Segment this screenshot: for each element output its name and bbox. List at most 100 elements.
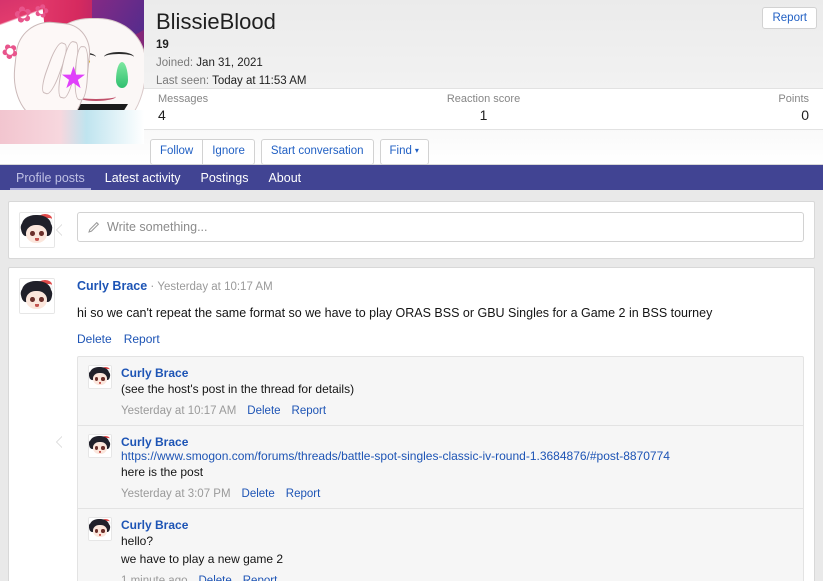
profile-last-seen-label: Last seen: [156, 75, 210, 88]
curly-brace-avatar-art [89, 517, 111, 540]
stat-reaction-score: Reaction score 1 [375, 92, 592, 126]
post-body: Curly Brace · Yesterday at 10:17 AM hi so … [77, 278, 804, 581]
comment-body: Curly Brace hello? we have to play a new… [121, 517, 793, 581]
comment-author-link[interactable]: Curly Brace [121, 518, 188, 532]
comment-footer: Yesterday at 3:07 PM Delete Report [121, 488, 793, 500]
pencil-icon [87, 221, 100, 234]
stat-points-label: Points [778, 93, 809, 106]
stat-messages-value: 4 [158, 107, 166, 124]
list-item: Curly Brace hello? we have to play a new… [78, 509, 803, 581]
chevron-down-icon: ▾ [414, 146, 419, 155]
avatar-mouth [98, 381, 102, 384]
avatar[interactable] [19, 278, 55, 314]
profile-joined-value: Jan 31, 2021 [196, 57, 263, 70]
comment-body: Curly Brace https://www.smogon.com/forum… [121, 434, 793, 500]
tab-postings-label: Postings [200, 170, 249, 185]
page-title: BlissieBlood [156, 9, 276, 34]
comment-footer: Yesterday at 10:17 AM Delete Report [121, 405, 793, 417]
comment-delete-link[interactable]: Delete [199, 575, 232, 581]
avatar[interactable] [88, 364, 112, 389]
hisoka-avatar-art: ✿ ✿ ✿ [0, 0, 144, 144]
post-text: hi so we can't repeat the same format so… [77, 305, 713, 320]
status-input-placeholder: Write something... [107, 220, 208, 234]
profile-header: ✿ ✿ ✿ BlissieBlood 19 Joined: Jan 31, 20… [0, 0, 823, 165]
post-report-link[interactable]: Report [124, 332, 160, 346]
avatar[interactable] [88, 516, 112, 541]
stat-points: Points 0 [592, 92, 809, 126]
stat-reaction-score-value: 1 [479, 107, 488, 124]
post-header: Curly Brace · Yesterday at 10:17 AM [77, 278, 804, 296]
avatar-mouth [98, 533, 102, 536]
curly-brace-avatar-art [89, 434, 111, 457]
find-dropdown-button[interactable]: Find ▾ [379, 139, 429, 165]
ignore-button[interactable]: Ignore [203, 139, 255, 165]
profile-tabs: Profile posts Latest activity Postings A… [0, 165, 823, 193]
comment-list: Curly Brace (see the host's post in the … [77, 355, 804, 581]
stat-points-value: 0 [801, 107, 809, 124]
avatar-collar [0, 110, 144, 144]
tab-profile-posts[interactable]: Profile posts [6, 165, 95, 190]
butterfly-icon: ✿ [11, 0, 35, 29]
list-item: Curly Brace (see the host's post in the … [78, 357, 803, 426]
curly-brace-avatar-art [20, 279, 54, 313]
comment-text-2: we have to play a new game 2 [121, 551, 284, 566]
avatar-eye-right [101, 377, 105, 381]
start-conversation-button[interactable]: Start conversation [260, 139, 374, 165]
comment-timestamp[interactable]: Yesterday at 10:17 AM [121, 405, 236, 417]
tab-postings[interactable]: Postings [191, 165, 259, 190]
comment-link[interactable]: https://www.smogon.com/forums/threads/ba… [121, 449, 793, 463]
post-timestamp[interactable]: Yesterday at 10:17 AM [157, 281, 272, 293]
post-delete-link[interactable]: Delete [77, 332, 112, 346]
follow-ignore-group: Follow Ignore [150, 139, 255, 165]
comment-author-link[interactable]: Curly Brace [121, 435, 188, 449]
main-content: Write something... Curly Brace · Yesterd… [0, 193, 823, 581]
comment-timestamp[interactable]: 1 minute ago [121, 575, 188, 581]
profile-last-seen-value: Today at 11:53 AM [212, 75, 307, 88]
avatar[interactable] [19, 212, 55, 248]
profile-joined-label: Joined: [156, 57, 194, 70]
post-author-link[interactable]: Curly Brace [77, 279, 147, 293]
comment-delete-link[interactable]: Delete [242, 488, 275, 500]
comment-timestamp[interactable]: Yesterday at 3:07 PM [121, 488, 231, 500]
comment-text: here is the post [121, 464, 204, 479]
profile-avatar-large[interactable]: ✿ ✿ ✿ [0, 0, 144, 144]
comment-text: hello? [121, 533, 154, 548]
curly-brace-avatar-art [89, 365, 111, 388]
post-actions: Delete Report [77, 332, 804, 346]
status-composer-panel: Write something... [8, 201, 815, 259]
follow-button[interactable]: Follow [150, 139, 204, 165]
comment-body: Curly Brace (see the host's post in the … [121, 365, 793, 417]
avatar-eye-right [101, 529, 105, 533]
comment-report-link[interactable]: Report [286, 488, 321, 500]
find-label: Find [389, 145, 412, 157]
tab-latest-activity-label: Latest activity [104, 170, 181, 185]
tab-about-label: About [268, 170, 302, 185]
tab-about[interactable]: About [258, 165, 311, 190]
avatar-eye-left [29, 296, 35, 303]
profile-joined: Joined: Jan 31, 2021 [156, 55, 811, 73]
avatar-eyebrow-right [104, 52, 134, 62]
stat-messages: Messages 4 [158, 92, 375, 126]
avatar-mouth [98, 450, 102, 453]
tab-latest-activity[interactable]: Latest activity [95, 165, 191, 190]
list-item: Curly Brace https://www.smogon.com/forum… [78, 426, 803, 509]
avatar-eye-right [101, 446, 105, 450]
comment-report-link[interactable]: Report [243, 575, 278, 581]
comment-text: (see the host's post in the thread for d… [121, 381, 355, 396]
curly-brace-avatar-art [20, 213, 54, 247]
profile-actions: Follow Ignore Start conversation Find ▾ [150, 139, 429, 165]
comment-report-link[interactable]: Report [292, 405, 327, 417]
status-input[interactable]: Write something... [77, 212, 804, 242]
comment-author-link[interactable]: Curly Brace [121, 366, 188, 380]
avatar-eye-left [29, 230, 35, 237]
avatar[interactable] [88, 433, 112, 458]
report-profile-button[interactable]: Report [762, 7, 817, 29]
separator: · [150, 279, 155, 293]
stat-messages-label: Messages [158, 93, 209, 106]
tab-profile-posts-label: Profile posts [16, 170, 85, 185]
profile-post: Curly Brace · Yesterday at 10:17 AM hi so … [8, 267, 815, 581]
profile-stats: Messages 4 Reaction score 1 Points 0 [144, 88, 823, 130]
profile-age: 19 [156, 39, 169, 52]
comment-delete-link[interactable]: Delete [247, 405, 280, 417]
stat-reaction-score-label: Reaction score [446, 93, 521, 106]
